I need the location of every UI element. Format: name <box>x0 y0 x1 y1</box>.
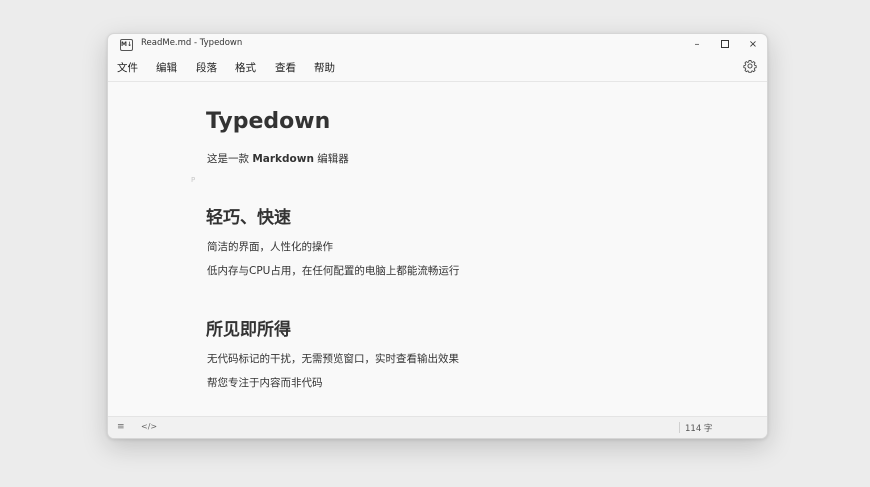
section-1-line-2[interactable]: 低内存与CPU占用，在任何配置的电脑上都能流畅运行 <box>207 263 459 278</box>
gear-icon[interactable] <box>743 59 757 73</box>
menu-file[interactable]: 文件 <box>117 60 138 75</box>
intro-prefix: 这是一款 <box>207 153 253 165</box>
menu-bar: 文件 编辑 段落 格式 查看 帮助 <box>108 58 767 78</box>
word-count: 114 字 <box>685 424 713 434</box>
intro-bold: Markdown <box>252 153 314 165</box>
source-code-icon[interactable]: </> <box>141 422 157 431</box>
menu-help[interactable]: 帮助 <box>314 60 335 75</box>
markdown-app-icon: M↓ <box>120 39 133 51</box>
title-bar[interactable]: M↓ ReadMe.md - Typedown – × <box>108 34 767 54</box>
close-button[interactable]: × <box>739 34 767 54</box>
section-2-line-1[interactable]: 无代码标记的干扰，无需预览窗口，实时查看输出效果 <box>207 351 459 366</box>
status-bar: ≡ </> 114 字 <box>108 416 767 438</box>
editor-area[interactable]: Typedown 这是一款 Markdown 编辑器 P 轻巧、快速 简洁的界面… <box>108 82 767 416</box>
window-title: ReadMe.md - Typedown <box>141 38 243 48</box>
section-heading-2[interactable]: 所见即所得 <box>206 315 291 340</box>
section-heading-1[interactable]: 轻巧、快速 <box>206 203 291 228</box>
menu-edit[interactable]: 编辑 <box>156 60 177 75</box>
maximize-icon <box>721 40 729 48</box>
menu-view[interactable]: 查看 <box>275 60 296 75</box>
outline-menu-icon[interactable]: ≡ <box>117 422 125 432</box>
paragraph-marker: P <box>191 176 196 184</box>
intro-paragraph[interactable]: 这是一款 Markdown 编辑器 <box>207 151 349 166</box>
maximize-button[interactable] <box>711 34 739 54</box>
section-1-line-1[interactable]: 简洁的界面，人性化的操作 <box>207 239 333 254</box>
intro-suffix: 编辑器 <box>313 153 349 165</box>
menu-format[interactable]: 格式 <box>235 60 256 75</box>
section-2-line-2[interactable]: 帮您专注于内容而非代码 <box>207 375 323 390</box>
document-title[interactable]: Typedown <box>206 109 330 134</box>
app-window: M↓ ReadMe.md - Typedown – × 文件 编辑 段落 格式 … <box>107 33 768 439</box>
status-divider <box>679 422 680 433</box>
minimize-button[interactable]: – <box>683 34 711 54</box>
menu-paragraph[interactable]: 段落 <box>196 60 217 75</box>
